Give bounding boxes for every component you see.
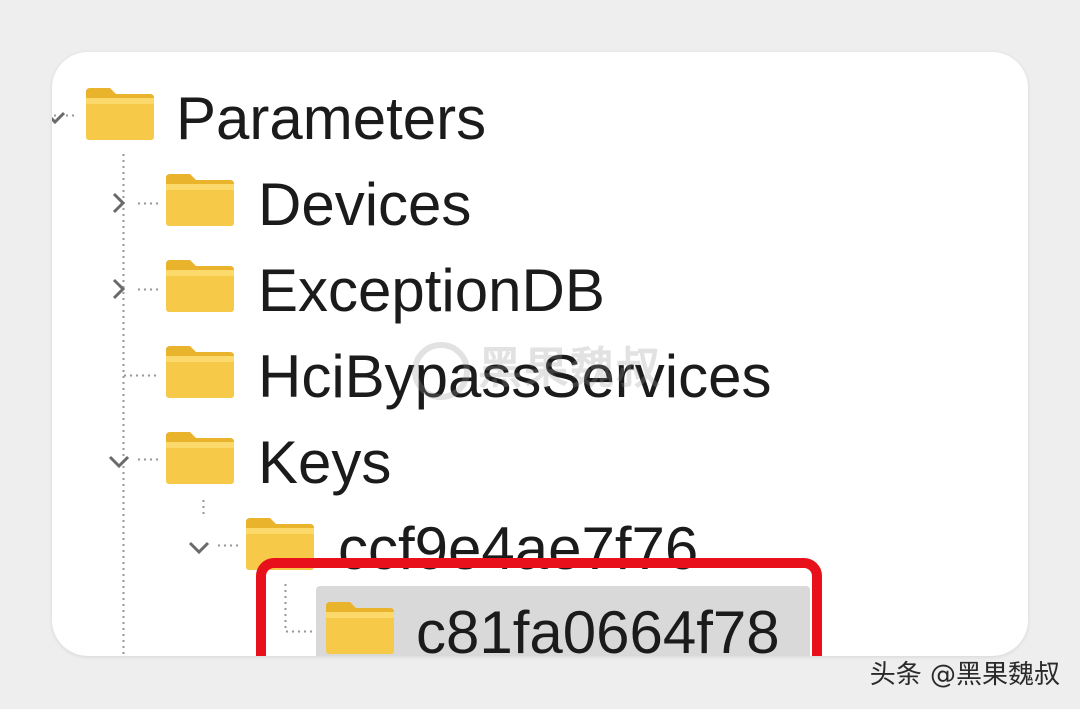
folder-icon: [164, 258, 236, 314]
registry-tree-panel: Parameters Devices ExceptionDB HciBypass…: [52, 52, 1028, 656]
tree-item-parameters[interactable]: Parameters: [52, 78, 652, 158]
chevron-down-icon[interactable]: [102, 444, 136, 478]
chevron-right-icon[interactable]: [102, 186, 136, 220]
source-credit: 头条 @黑果魏叔: [869, 660, 1060, 690]
folder-icon: [164, 172, 236, 228]
tree-item-keys[interactable]: Keys: [52, 422, 452, 502]
tree-item-devices[interactable]: Devices: [52, 164, 552, 244]
watermark-text: 黑果魏叔: [478, 343, 662, 394]
watermark: 黑果魏叔: [412, 332, 662, 400]
chevron-down-icon[interactable]: [52, 100, 72, 134]
watermark-logo-icon: [412, 342, 470, 400]
folder-icon: [164, 430, 236, 486]
annotation-box: [256, 558, 822, 656]
chevron-down-icon[interactable]: [182, 530, 216, 564]
tree-item-exceptiondb[interactable]: ExceptionDB: [52, 250, 652, 330]
registry-tree: Parameters Devices ExceptionDB HciBypass…: [52, 52, 1028, 656]
chevron-right-icon[interactable]: [102, 272, 136, 306]
tree-item-label: ExceptionDB: [258, 257, 605, 324]
tree-item-label: Parameters: [176, 85, 487, 152]
tree-item-label: Devices: [258, 171, 472, 238]
folder-icon: [84, 86, 156, 142]
tree-item-label: Keys: [258, 429, 392, 496]
folder-icon: [164, 344, 236, 400]
